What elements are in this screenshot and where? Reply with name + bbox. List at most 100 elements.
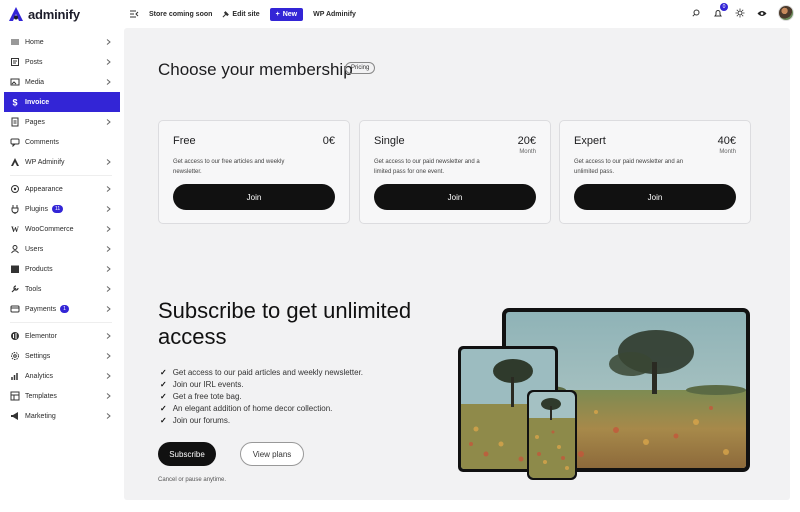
sidebar-item-elementor[interactable]: Elementor (0, 326, 122, 346)
chevron-right-icon (106, 79, 112, 85)
plan-description: Get access to our paid newsletter and a … (374, 159, 480, 175)
megaphone-icon (10, 411, 20, 421)
sun-icon[interactable] (734, 7, 746, 19)
feature-item: ✓ Get a free tote bag. (160, 391, 363, 403)
chevron-right-icon (106, 306, 112, 312)
sidebar-item-wp-adminify[interactable]: WP Adminify (0, 152, 122, 172)
notification-badge: 0 (720, 3, 728, 11)
plan-period: Month (719, 149, 736, 155)
site-name-link[interactable]: WP Adminify (313, 11, 356, 18)
sidebar-item-label: Products (25, 265, 53, 273)
chevron-right-icon (106, 186, 112, 192)
chevron-right-icon (106, 59, 112, 65)
pin-icon (10, 57, 20, 67)
feature-text: Join our IRL events. (172, 380, 244, 389)
edit-site-label: Edit site (232, 10, 260, 18)
svg-text:$: $ (12, 98, 17, 108)
search-icon[interactable] (690, 7, 702, 19)
feature-item: ✓ Join our IRL events. (160, 379, 363, 391)
payment-icon (10, 304, 20, 314)
sidebar-item-label: Comments (25, 138, 59, 146)
sidebar-item-label: Appearance (25, 185, 63, 193)
sidebar-item-label: Settings (25, 352, 51, 360)
sidebar-item-users[interactable]: Users (0, 239, 122, 259)
feature-text: Get a free tote bag. (172, 392, 242, 401)
collapse-menu-icon[interactable] (130, 10, 139, 18)
sidebar-item-label: Plugins (25, 205, 48, 213)
chart-icon (10, 371, 20, 381)
chevron-right-icon (106, 393, 112, 399)
chevron-right-icon (106, 373, 112, 379)
sidebar-item-analytics[interactable]: Analytics (0, 366, 122, 386)
count-badge: 11 (51, 205, 64, 213)
sidebar-item-settings[interactable]: Settings (0, 346, 122, 366)
sidebar-item-label: Elementor (25, 332, 57, 340)
brush-icon (10, 184, 20, 194)
user-avatar[interactable] (778, 5, 794, 21)
sidebar-item-home[interactable]: Home (0, 32, 122, 52)
eye-icon[interactable] (756, 7, 768, 19)
bell-icon[interactable]: 0 (712, 3, 728, 19)
sidebar-item-products[interactable]: Products (0, 259, 122, 279)
plan-name: Expert (574, 135, 606, 147)
chevron-right-icon (106, 266, 112, 272)
sidebar-item-label: WooCommerce (25, 225, 74, 233)
check-icon: ✓ (160, 404, 167, 413)
sidebar-item-posts[interactable]: Posts (0, 52, 122, 72)
woo-icon: W (10, 224, 20, 234)
view-plans-button[interactable]: View plans (240, 442, 304, 466)
sidebar-item-label: Marketing (25, 412, 56, 420)
top-bar: adminify Store coming soon Edit site + N… (0, 0, 800, 28)
sidebar-item-label: Media (25, 78, 45, 86)
chevron-right-icon (106, 119, 112, 125)
chevron-right-icon (106, 246, 112, 252)
new-button[interactable]: + New (269, 7, 304, 21)
feature-list: ✓ Get access to our paid articles and wee… (160, 367, 363, 427)
chevron-right-icon (106, 353, 112, 359)
edit-site-link[interactable]: Edit site (222, 10, 260, 18)
sidebar-item-marketing[interactable]: Marketing (0, 406, 122, 426)
sidebar-item-woocommerce[interactable]: W WooCommerce (0, 219, 122, 239)
adminify-logo-icon (9, 7, 23, 21)
users-icon (10, 244, 20, 254)
sidebar-item-invoice[interactable]: $ Invoice (4, 92, 120, 112)
plan-description: Get access to our paid newsletter and an… (574, 159, 684, 175)
media-icon (10, 77, 20, 87)
plan-name: Single (374, 135, 405, 147)
sidebar-item-tools[interactable]: Tools (0, 279, 122, 299)
chevron-right-icon (106, 413, 112, 419)
subscribe-button[interactable]: Subscribe (158, 442, 216, 466)
store-status-link[interactable]: Store coming soon (149, 11, 212, 18)
elementor-icon (10, 331, 20, 341)
sidebar-item-appearance[interactable]: Appearance (0, 179, 122, 199)
main-content: Choose your membership Pricing Free 0€ G… (124, 28, 790, 500)
feature-text: Get access to our paid articles and week… (172, 368, 364, 377)
new-label: New (282, 10, 298, 18)
sidebar-item-media[interactable]: Media (0, 72, 122, 92)
sidebar-item-pages[interactable]: Pages (0, 112, 122, 132)
sidebar-item-payments[interactable]: Payments 1 (0, 299, 122, 319)
feature-item: ✓ Join our forums. (160, 415, 363, 427)
pricing-tag: Pricing (345, 62, 376, 74)
logo[interactable]: adminify (0, 6, 120, 22)
join-button[interactable]: Join (173, 184, 335, 210)
meadow-image (529, 392, 575, 478)
chevron-right-icon (106, 39, 112, 45)
sidebar-item-templates[interactable]: Templates (0, 386, 122, 406)
sidebar-item-plugins[interactable]: Plugins 11 (0, 199, 122, 219)
wrench-icon (10, 284, 20, 294)
sidebar-item-label: Tools (25, 285, 42, 293)
join-button[interactable]: Join (374, 184, 536, 210)
sidebar-item-comments[interactable]: Comments (0, 132, 122, 152)
join-button[interactable]: Join (574, 184, 736, 210)
sidebar-divider (10, 322, 112, 323)
plan-description: Get access to our free articles and week… (173, 159, 285, 175)
page-icon (10, 117, 20, 127)
comment-icon (10, 137, 20, 147)
plan-card-free: Free 0€ Get access to our free articles … (158, 120, 350, 224)
chevron-right-icon (106, 226, 112, 232)
hammer-icon (222, 10, 230, 17)
adminify-icon (10, 157, 20, 167)
plan-price: 40€ (717, 135, 736, 147)
cancel-note: Cancel or pause anytime. (158, 477, 227, 483)
